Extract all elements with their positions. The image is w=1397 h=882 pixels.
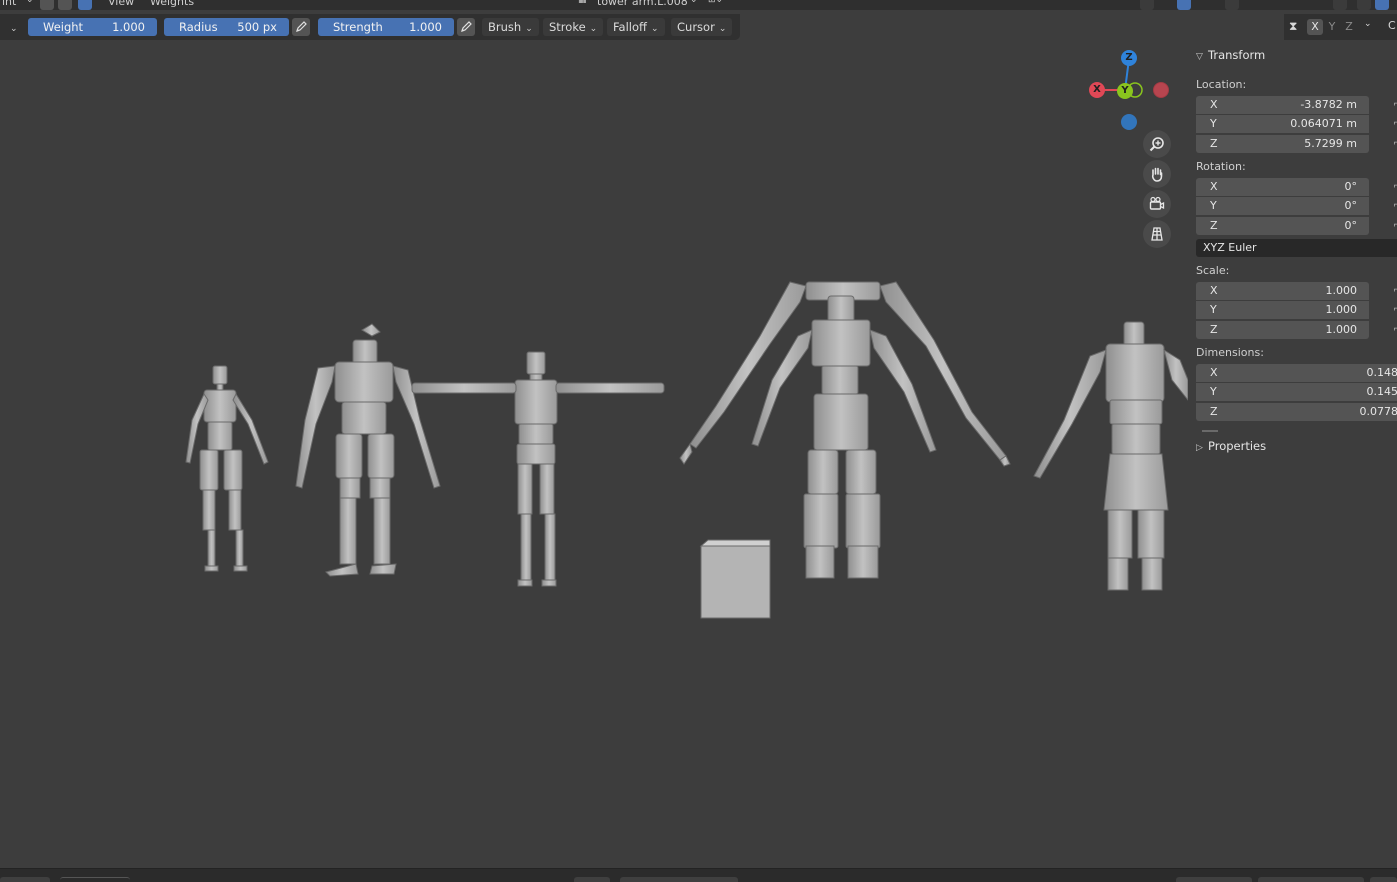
dimensions-x-field[interactable]: X 0.148: [1196, 364, 1397, 382]
scale-x-field[interactable]: X 1.000: [1196, 282, 1369, 300]
dimensions-z-field[interactable]: Z 0.0778: [1196, 403, 1397, 421]
timeline-menus[interactable]: [60, 877, 130, 882]
rotation-y-field[interactable]: Y 0°: [1196, 197, 1369, 215]
editor-type-selector[interactable]: [0, 877, 50, 882]
mirror-y-toggle[interactable]: Y: [1324, 19, 1340, 35]
playback-controls[interactable]: [620, 877, 738, 882]
cursor-menu[interactable]: Cursor ⌄: [671, 18, 733, 36]
viewport-3d[interactable]: [0, 40, 1237, 868]
location-z-field[interactable]: Z 5.7299 m: [1196, 135, 1369, 153]
lock-icon[interactable]: ⌐: [1393, 220, 1397, 231]
ortho-toggle-button[interactable]: [1143, 220, 1171, 248]
menu-view[interactable]: View: [108, 0, 134, 8]
lock-icon[interactable]: ⌐: [1393, 118, 1397, 129]
timeline-header: [0, 868, 1397, 882]
frame-range-field[interactable]: [1258, 877, 1364, 882]
menu-weights[interactable]: Weights: [150, 0, 194, 8]
gizmo-y-axis[interactable]: Y: [1117, 83, 1133, 99]
strength-field[interactable]: Strength 1.000: [318, 18, 454, 36]
chevron-down-icon: ▽: [1196, 52, 1203, 62]
visibility-icon[interactable]: [1140, 0, 1154, 10]
cube-mesh[interactable]: [699, 539, 771, 619]
header-bar: int ⌄ View Weights ▦ tower arm.L.008 ⌄ ⊞…: [0, 0, 1397, 10]
falloff-menu[interactable]: Falloff ⌄: [607, 18, 665, 36]
scale-label: Scale:: [1196, 264, 1230, 277]
location-x-field[interactable]: X -3.8782 m: [1196, 96, 1369, 114]
mirror-icon: ⧗: [1289, 19, 1298, 33]
tool-settings-bar: ⌄ Weight 1.000 Radius 500 px Strength 1.…: [0, 14, 740, 40]
select-box-icon[interactable]: [40, 0, 54, 10]
transform-panel-header[interactable]: ▽ Transform: [1196, 48, 1265, 62]
object-chevron-icon: ⌄: [690, 0, 698, 5]
active-object-selector[interactable]: tower arm.L.008: [597, 0, 688, 8]
gizmo-neg-z-axis[interactable]: [1121, 114, 1137, 130]
scale-y-field[interactable]: Y 1.000: [1196, 301, 1369, 319]
select-tool-icon[interactable]: [78, 0, 92, 10]
end-frame-field[interactable]: [1370, 877, 1397, 882]
brush-menu[interactable]: Brush ⌄: [482, 18, 539, 36]
radius-field[interactable]: Radius 500 px: [164, 18, 289, 36]
dimensions-y-field[interactable]: Y 0.145: [1196, 383, 1397, 401]
robot-model-cropped[interactable]: [1033, 321, 1237, 591]
shading-solid-icon[interactable]: [1375, 0, 1389, 10]
gizmo-z-axis[interactable]: Z: [1121, 50, 1137, 66]
robot-model-armored[interactable]: [295, 323, 441, 577]
sidebar-panel: ▽ Transform Location: X -3.8782 m Y 0.06407…: [1188, 40, 1397, 470]
mirror-z-toggle[interactable]: Z: [1341, 19, 1357, 35]
mode-chevron-icon: ⌄: [26, 0, 34, 5]
gizmo-neg-x-axis[interactable]: [1153, 82, 1169, 98]
panel-resize-handle[interactable]: [1202, 430, 1218, 432]
hand-icon: [1151, 167, 1163, 182]
armature-data-icon: ▦: [578, 0, 587, 5]
rotation-x-field[interactable]: X 0°: [1196, 178, 1369, 196]
lock-icon[interactable]: ⌐: [1393, 99, 1397, 110]
chevron-right-icon: ▷: [1196, 443, 1203, 453]
scene-render: [185, 281, 1237, 619]
shading-wire-icon[interactable]: [1357, 0, 1371, 10]
mirror-x-toggle[interactable]: X: [1307, 19, 1323, 35]
dimensions-label: Dimensions:: [1196, 346, 1264, 359]
strength-pressure-icon[interactable]: [457, 18, 475, 36]
overlay-icon[interactable]: [1225, 0, 1239, 10]
lock-icon[interactable]: ⌐: [1393, 285, 1397, 296]
current-frame-field[interactable]: [1176, 877, 1252, 882]
properties-panel-header[interactable]: ▷ Properties: [1196, 439, 1266, 453]
autokey-button[interactable]: [574, 877, 610, 882]
pivot-icon[interactable]: ⊞⌄: [708, 0, 723, 5]
scale-z-field[interactable]: Z 1.000: [1196, 321, 1369, 339]
mode-selector[interactable]: int: [2, 0, 16, 8]
pan-button[interactable]: [1143, 160, 1171, 188]
camera-icon: [1149, 196, 1165, 210]
brush-chevron-icon[interactable]: ⌄: [0, 18, 18, 36]
lock-icon[interactable]: ⌐: [1393, 304, 1397, 315]
location-label: Location:: [1196, 78, 1247, 91]
gizmo-x-axis[interactable]: X: [1089, 82, 1105, 98]
location-y-field[interactable]: Y 0.064071 m: [1196, 115, 1369, 133]
grid-perspective-icon: [1151, 227, 1163, 241]
select-lasso-icon[interactable]: [58, 0, 72, 10]
radius-pressure-icon[interactable]: [292, 18, 310, 36]
mirror-settings: ⧗ X Y Z ⌄ C: [1284, 14, 1397, 40]
weight-field[interactable]: Weight 1.000: [28, 18, 157, 36]
options-fragment[interactable]: C: [1388, 19, 1396, 32]
zoom-button[interactable]: [1143, 130, 1171, 158]
lock-icon[interactable]: ⌐: [1393, 138, 1397, 149]
zoom-icon: [1149, 137, 1164, 152]
camera-view-button[interactable]: [1143, 190, 1171, 218]
robot-model-slim[interactable]: [185, 365, 269, 572]
rotation-mode-select[interactable]: XYZ Euler: [1196, 239, 1397, 257]
mirror-chevron-icon[interactable]: ⌄: [1364, 19, 1372, 29]
rotation-label: Rotation:: [1196, 160, 1246, 173]
robot-model-multi-arm[interactable]: [679, 281, 1011, 579]
robot-model-tpose[interactable]: [411, 351, 665, 587]
rotation-z-field[interactable]: Z 0°: [1196, 217, 1369, 235]
navigation-gizmo[interactable]: Z X Y: [1080, 45, 1180, 135]
xray-icon[interactable]: [1333, 0, 1347, 10]
gizmo-toggle-icon[interactable]: [1177, 0, 1191, 10]
lock-icon[interactable]: ⌐: [1393, 324, 1397, 335]
lock-icon[interactable]: ⌐: [1393, 200, 1397, 211]
lock-icon[interactable]: ⌐: [1393, 181, 1397, 192]
stroke-menu[interactable]: Stroke ⌄: [543, 18, 604, 36]
